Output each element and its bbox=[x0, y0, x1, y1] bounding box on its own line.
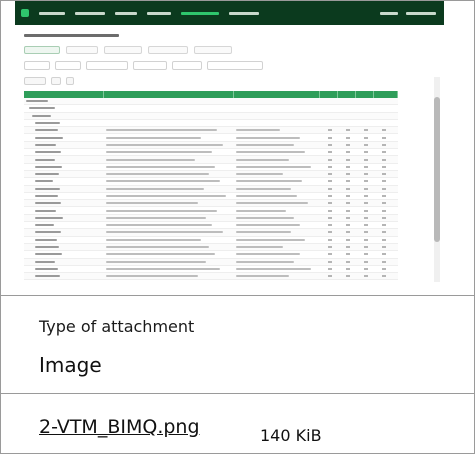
thumbnail-grid-row bbox=[24, 258, 398, 266]
thumbnail-grid-row bbox=[24, 127, 398, 135]
attachment-type-value: Image bbox=[39, 353, 102, 377]
thumbnail-grid-row bbox=[24, 185, 398, 193]
thumbnail-grid-row bbox=[24, 237, 398, 244]
thumbnail-grid-row bbox=[24, 207, 398, 215]
thumbnail-grid-row bbox=[24, 112, 398, 120]
thumbnail-grid-row bbox=[24, 156, 398, 164]
thumbnail-grid-row bbox=[24, 214, 398, 223]
thumbnail-grid-row bbox=[24, 170, 398, 179]
attachment-thumbnail[interactable] bbox=[15, 1, 444, 288]
thumbnail-grid-row bbox=[24, 273, 398, 281]
attachment-file-link[interactable]: 2-VTM_BIMQ.png bbox=[39, 416, 200, 438]
thumbnail-scrollbar bbox=[434, 77, 440, 282]
thumbnail-tabs bbox=[24, 46, 232, 54]
thumbnail-grid-row bbox=[24, 149, 398, 157]
thumbnail-grid-row bbox=[24, 120, 398, 128]
thumbnail-logo-icon bbox=[21, 9, 29, 17]
thumbnail-grid-row bbox=[24, 164, 398, 171]
thumbnail-grid-row bbox=[24, 178, 398, 186]
thumbnail-page-title bbox=[24, 34, 119, 37]
thumbnail-grid-row bbox=[24, 222, 398, 230]
thumbnail-grid-header bbox=[24, 91, 398, 98]
attachment-file-size: 140 KiB bbox=[260, 426, 322, 445]
thumbnail-grid-row bbox=[24, 266, 398, 274]
thumbnail-toolbar bbox=[24, 77, 74, 85]
thumbnail-grid-row bbox=[24, 141, 398, 150]
thumbnail-grid-row bbox=[24, 105, 398, 113]
thumbnail-grid-row bbox=[24, 200, 398, 208]
thumbnail-nav-bar bbox=[15, 1, 444, 25]
thumbnail-grid-row bbox=[24, 251, 398, 259]
attachment-type-label: Type of attachment bbox=[39, 317, 195, 336]
thumbnail-grid-row bbox=[24, 98, 398, 106]
thumbnail-grid bbox=[24, 91, 398, 281]
divider bbox=[1, 393, 475, 394]
thumbnail-grid-row bbox=[24, 229, 398, 237]
thumbnail-grid-row bbox=[24, 134, 398, 142]
thumbnail-grid-row bbox=[24, 193, 398, 201]
thumbnail-grid-row bbox=[24, 243, 398, 252]
attachment-card: Type of attachment Image 2-VTM_BIMQ.png … bbox=[0, 0, 475, 454]
divider bbox=[1, 295, 475, 296]
thumbnail-filters bbox=[24, 61, 263, 70]
